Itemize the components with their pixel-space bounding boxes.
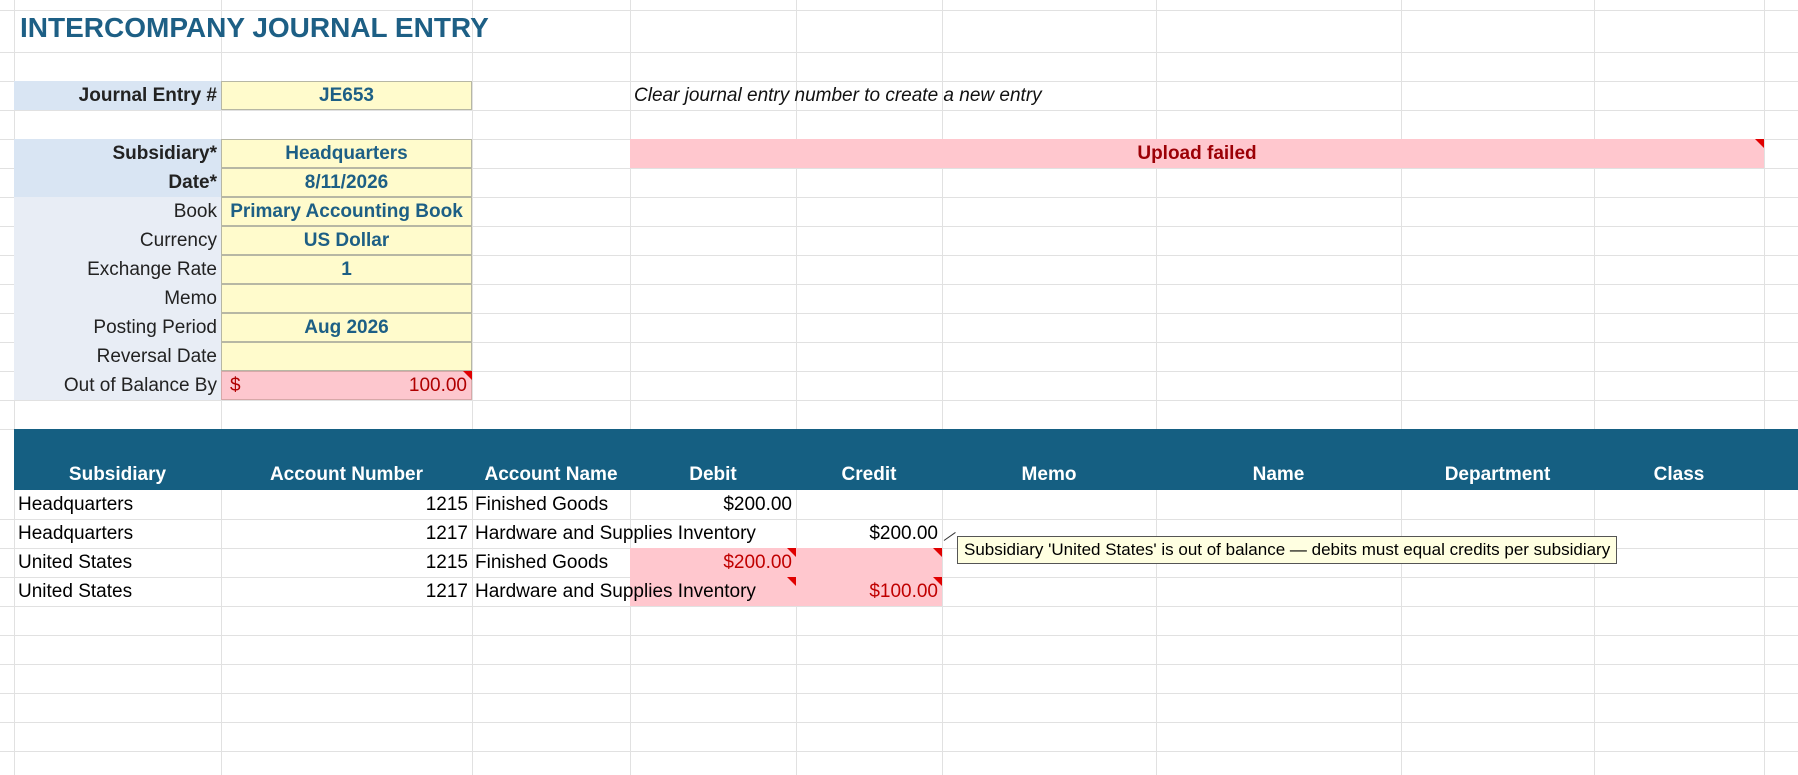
book-field[interactable]: Primary Accounting Book xyxy=(221,197,472,226)
row-debit[interactable] xyxy=(630,519,796,548)
memo-label: Memo xyxy=(14,284,221,313)
row-account-number[interactable]: 1217 xyxy=(221,519,472,548)
exchange-rate-label: Exchange Rate xyxy=(14,255,221,284)
column-header-debit[interactable]: Debit xyxy=(630,460,796,490)
journal-entry-input[interactable]: JE653 xyxy=(221,81,472,110)
new-entry-hint: Clear journal entry number to create a n… xyxy=(634,84,1042,106)
comment-indicator-icon[interactable] xyxy=(933,548,942,557)
row-credit[interactable]: $200.00 xyxy=(796,519,942,548)
row-credit[interactable] xyxy=(796,548,942,577)
row-account-name[interactable]: Hardware and Supplies Inventory xyxy=(475,577,756,606)
memo-field[interactable] xyxy=(221,284,472,313)
column-header-subsidiary[interactable]: Subsidiary xyxy=(14,460,221,490)
date-field[interactable]: 8/11/2026 xyxy=(221,168,472,197)
column-header-memo[interactable]: Memo xyxy=(942,460,1156,490)
subsidiary-label: Subsidiary* xyxy=(14,139,221,168)
row-account-number[interactable]: 1215 xyxy=(221,548,472,577)
row-subsidiary[interactable]: United States xyxy=(18,577,218,606)
column-header-name[interactable]: Name xyxy=(1156,460,1401,490)
exchange-rate-field[interactable]: 1 xyxy=(221,255,472,284)
comment-indicator-icon[interactable] xyxy=(933,577,942,586)
currency-label: Currency xyxy=(14,226,221,255)
row-debit[interactable] xyxy=(630,577,796,606)
column-header-department[interactable]: Department xyxy=(1401,460,1594,490)
row-account-name[interactable]: Hardware and Supplies Inventory xyxy=(475,519,756,548)
comment-indicator-icon[interactable] xyxy=(463,371,472,380)
comment-indicator-icon[interactable] xyxy=(1755,139,1764,148)
row-account-name[interactable]: Finished Goods xyxy=(475,490,630,519)
row-account-number[interactable]: 1215 xyxy=(221,490,472,519)
upload-status-banner: Upload failed xyxy=(630,139,1764,168)
out-of-balance-label: Out of Balance By xyxy=(14,371,221,400)
row-subsidiary[interactable]: Headquarters xyxy=(18,490,218,519)
column-header-account-number[interactable]: Account Number xyxy=(221,460,472,490)
row-credit[interactable]: $100.00 xyxy=(796,577,942,606)
out-of-balance-amount: 100.00 xyxy=(408,374,467,396)
date-label: Date* xyxy=(14,168,221,197)
row-account-name[interactable]: Finished Goods xyxy=(475,548,630,577)
row-debit[interactable]: $200.00 xyxy=(630,548,796,577)
validation-tooltip: Subsidiary 'United States' is out of bal… xyxy=(957,536,1618,564)
column-header-account-name[interactable]: Account Name xyxy=(472,460,630,490)
reversal-date-field[interactable] xyxy=(221,342,472,371)
out-of-balance-value: $ 100.00 xyxy=(221,371,472,400)
currency-field[interactable]: US Dollar xyxy=(221,226,472,255)
posting-period-label: Posting Period xyxy=(14,313,221,342)
tooltip-pointer xyxy=(943,532,956,541)
page-title: INTERCOMPANY JOURNAL ENTRY xyxy=(20,12,489,43)
journal-entry-label: Journal Entry # xyxy=(14,81,221,110)
posting-period-field[interactable]: Aug 2026 xyxy=(221,313,472,342)
row-credit[interactable] xyxy=(796,490,942,519)
row-subsidiary[interactable]: United States xyxy=(18,548,218,577)
row-debit[interactable]: $200.00 xyxy=(630,490,796,519)
reversal-date-label: Reversal Date xyxy=(14,342,221,371)
column-header-credit[interactable]: Credit xyxy=(796,460,942,490)
book-label: Book xyxy=(14,197,221,226)
subsidiary-field[interactable]: Headquarters xyxy=(221,139,472,168)
row-account-number[interactable]: 1217 xyxy=(221,577,472,606)
comment-indicator-icon[interactable] xyxy=(787,577,796,586)
row-subsidiary[interactable]: Headquarters xyxy=(18,519,218,548)
comment-indicator-icon[interactable] xyxy=(787,548,796,557)
column-header-class[interactable]: Class xyxy=(1594,460,1764,490)
currency-symbol: $ xyxy=(230,374,241,396)
